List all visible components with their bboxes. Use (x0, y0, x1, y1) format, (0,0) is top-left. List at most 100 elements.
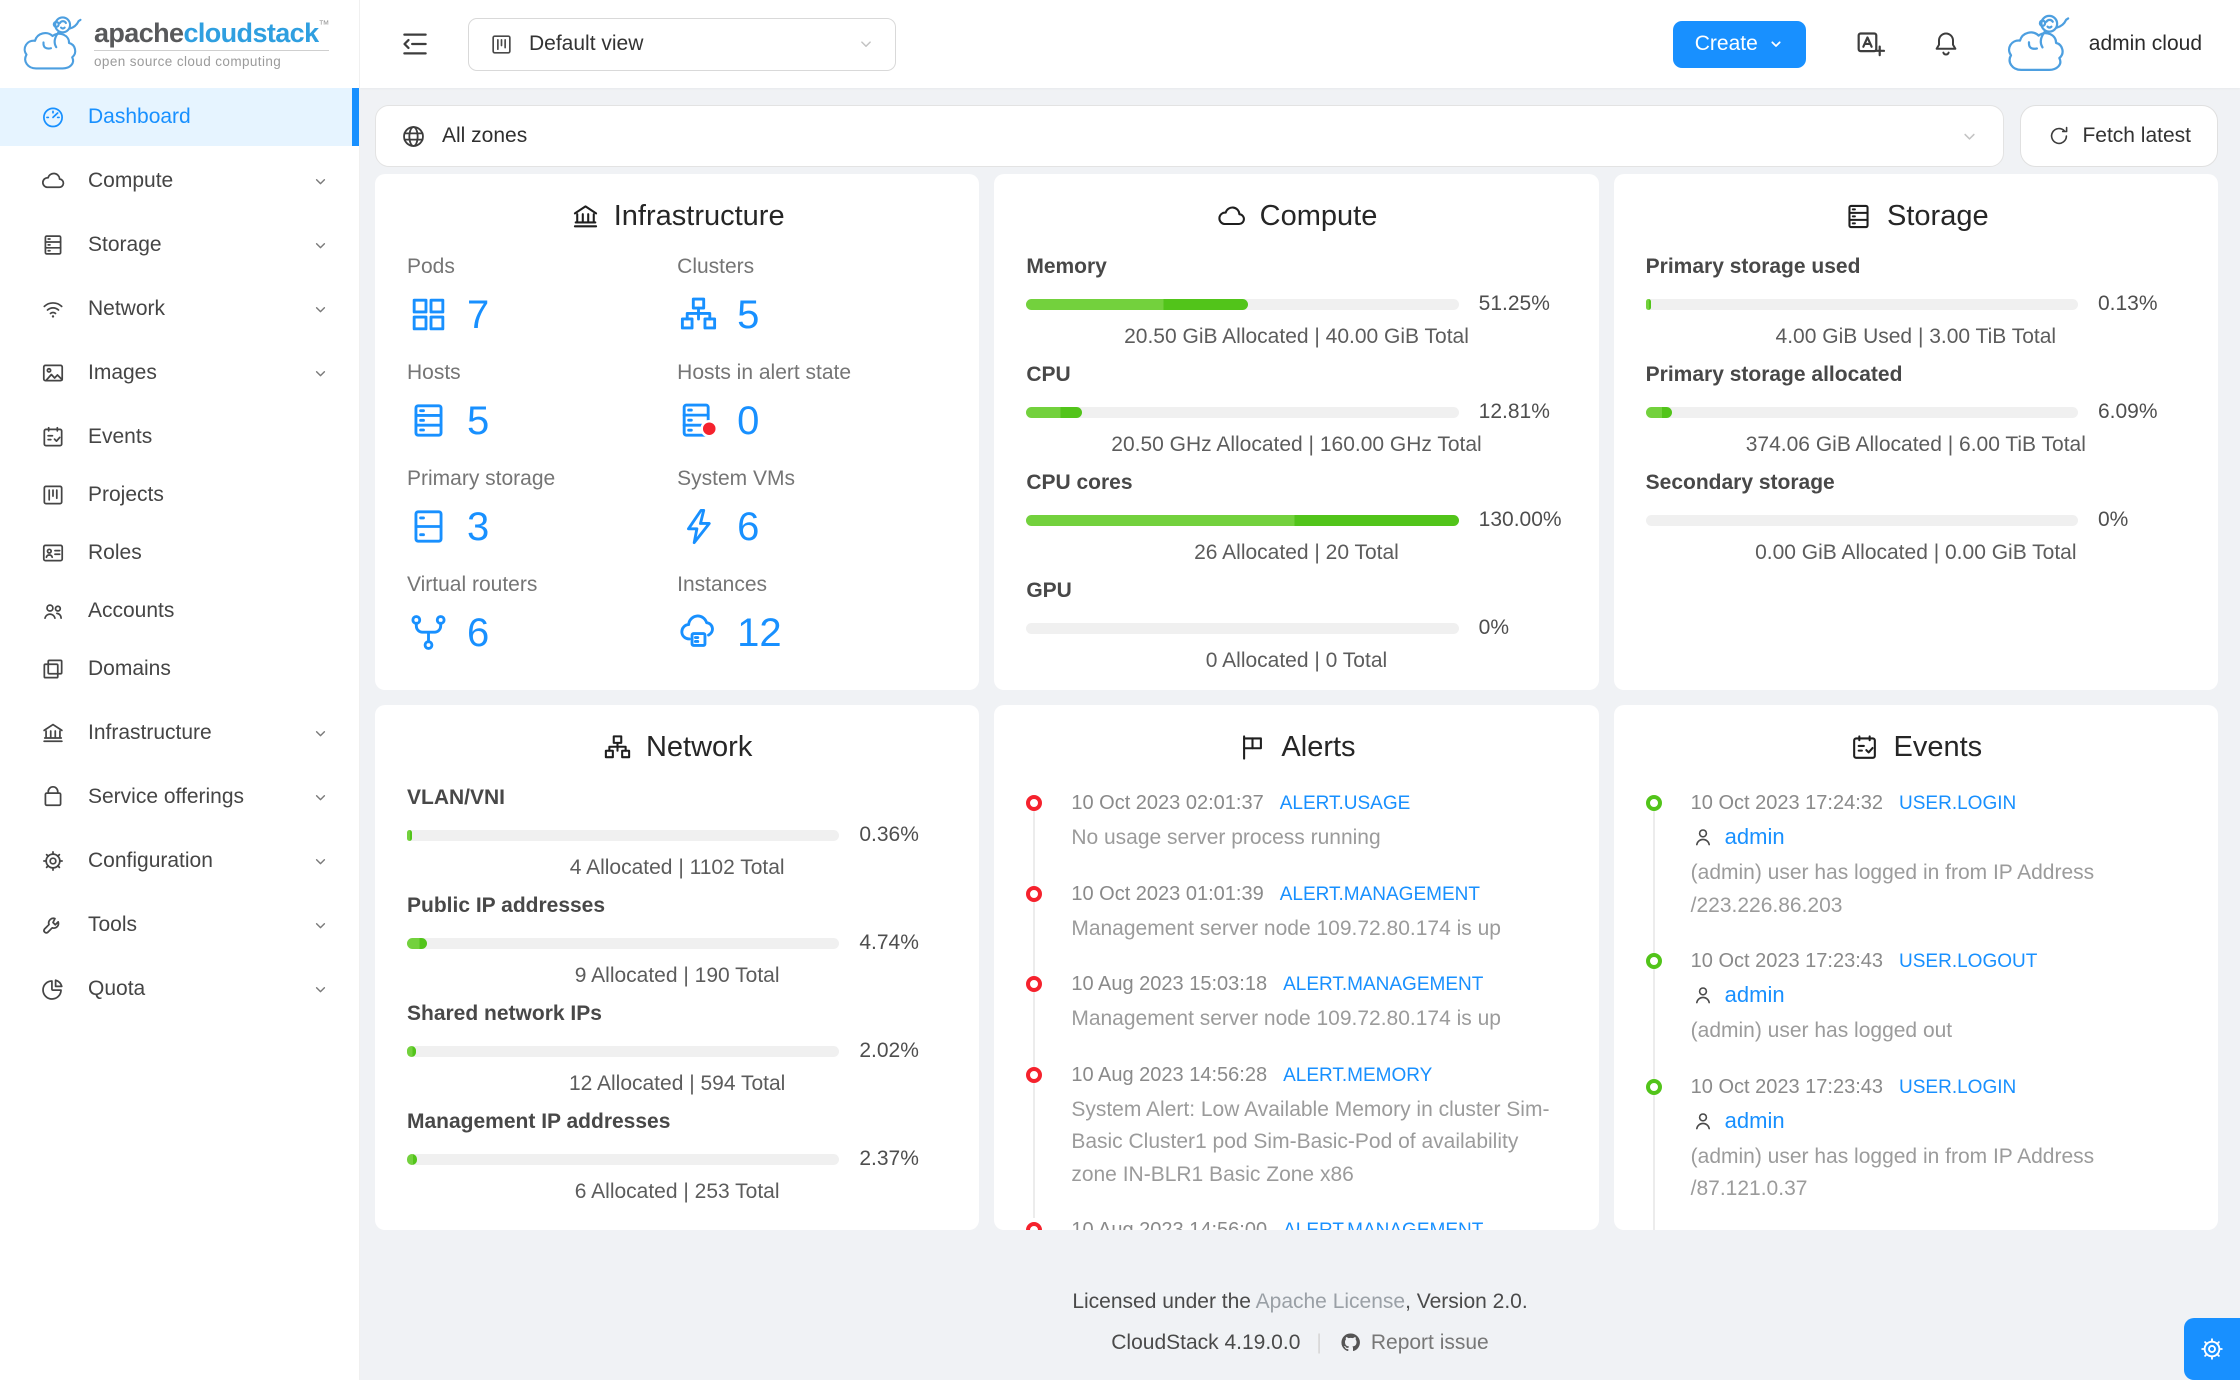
apache-license-link[interactable]: Apache License (1256, 1290, 1405, 1313)
alert-type-link[interactable]: ALERT.MANAGEMENT (1283, 974, 1483, 995)
translate-icon[interactable] (1854, 28, 1887, 61)
stat-instances: Instances 12 (677, 573, 947, 654)
card-title-infrastructure: Infrastructure (613, 200, 785, 232)
user-link[interactable]: admin (1725, 1108, 1785, 1134)
event-type-link[interactable]: USER.LOGOUT (1899, 951, 2037, 972)
alerts-card: Alerts 10 Oct 2023 02:01:37 ALERT.USAGE No… (994, 705, 1599, 1230)
shopping-icon (40, 784, 66, 810)
sidebar-item-images[interactable]: Images (0, 344, 359, 402)
stat-label: Hosts (407, 361, 461, 384)
metric-bar-row: 0.13% (1645, 292, 2186, 316)
timeline-head: 10 Oct 2023 17:24:32 USER.LOGIN (1691, 792, 2186, 815)
zone-select[interactable]: All zones (375, 105, 2005, 167)
metric-label: Memory (1026, 255, 1107, 278)
progress-fill (407, 1045, 416, 1057)
timeline-message: (admin) user has logged in from IP Addre… (1690, 1144, 2095, 1201)
card-title-storage: Storage (1887, 200, 1989, 232)
stat-value[interactable]: 7 (467, 295, 489, 335)
menu-fold-icon[interactable] (398, 27, 432, 61)
sidebar-item-accounts[interactable]: Accounts (0, 582, 359, 640)
user-link[interactable]: admin (1725, 982, 1785, 1008)
sidebar-item-storage[interactable]: Storage (0, 216, 359, 274)
stat-value[interactable]: 3 (467, 507, 489, 547)
stat-value[interactable]: 5 (737, 295, 759, 335)
sidebar-item-infrastructure[interactable]: Infrastructure (0, 704, 359, 762)
sidebar-item-dashboard[interactable]: Dashboard (0, 88, 359, 146)
sidebar-item-projects[interactable]: Projects (0, 466, 359, 524)
view-select-value: Default view (529, 32, 644, 55)
infrastructure-stats: Pods 7 Clusters 5 Hosts 5 Hosts in alert state… (407, 255, 947, 679)
app-logo[interactable]: apachecloudstack™ open source cloud comp… (0, 0, 359, 88)
progress-percent: 6.09% (2097, 400, 2158, 423)
timeline-dot (1026, 1222, 1043, 1230)
event-type-link[interactable]: USER.LOGIN (1899, 793, 2016, 814)
stat-value[interactable]: 6 (737, 507, 759, 547)
sidebar-item-label: Quota (88, 977, 146, 1000)
progress-fill (1645, 406, 1672, 418)
avatar[interactable] (1999, 8, 2077, 80)
metric-bar-row: 0.36% (407, 823, 947, 847)
event-type-link[interactable]: USER.LOGIN (1899, 1077, 2016, 1098)
event-item: 10 Oct 2023 17:23:43 USER.LOGIN admin (admi… (1645, 1076, 2186, 1206)
stat-label: Instances (677, 573, 768, 596)
progress-track (407, 829, 840, 841)
progress-percent: 4.74% (859, 931, 919, 954)
sidebar-item-compute[interactable]: Compute (0, 152, 359, 210)
timestamp: 10 Aug 2023 15:03:18 (1071, 973, 1268, 996)
stat-hosts-in-alert-state: Hosts in alert state 0 (677, 361, 947, 442)
metric-bar-row: 2.37% (407, 1147, 947, 1171)
fetch-latest-button[interactable]: Fetch latest (2020, 105, 2218, 167)
monkey-cloud-logo-icon (18, 10, 86, 78)
report-issue-link[interactable]: Report issue (1338, 1330, 1489, 1355)
sidebar-item-tools[interactable]: Tools (0, 896, 359, 954)
stat-label: Clusters (677, 255, 755, 278)
progress-fill (1026, 406, 1082, 418)
bank-icon (40, 720, 66, 746)
metric-bar-row: 2.02% (407, 1039, 947, 1063)
sidebar-item-label: Storage (88, 233, 162, 256)
timestamp: 10 Oct 2023 17:24:32 (1690, 792, 1884, 814)
view-select[interactable]: Default view (468, 17, 896, 71)
user-icon (1691, 983, 1715, 1007)
stat-label: Hosts in alert state (677, 361, 852, 384)
stat-value[interactable]: 12 (737, 613, 782, 653)
metric-label: VLAN/VNI (407, 786, 506, 809)
timeline-head: 10 Oct 2023 02:01:37 ALERT.USAGE (1071, 792, 1566, 815)
progress-track (407, 937, 840, 949)
stat-value[interactable]: 0 (737, 401, 759, 441)
project-settings-button[interactable] (2184, 1318, 2240, 1380)
metric-bar-row: 51.25% (1026, 292, 1566, 316)
timeline-head: 10 Oct 2023 17:23:43 USER.LOGIN (1691, 1076, 2186, 1099)
stat-primary-storage: Primary storage 3 (407, 467, 677, 548)
project-icon (489, 32, 514, 57)
sidebar-item-quota[interactable]: Quota (0, 960, 359, 1018)
metric-bar-row: 4.74% (407, 931, 947, 955)
sidebar-item-domains[interactable]: Domains (0, 640, 359, 698)
sidebar-item-events[interactable]: Events (0, 408, 359, 466)
user-name[interactable]: admin cloud (2089, 32, 2202, 56)
event-item: 10 Oct 2023 17:24:32 USER.LOGIN admin (admi… (1645, 792, 2186, 922)
sidebar-item-service-offerings[interactable]: Service offerings (0, 768, 359, 826)
sidebar-item-configuration[interactable]: Configuration (0, 832, 359, 890)
events-timeline: 10 Oct 2023 17:24:32 USER.LOGIN admin (admi… (1645, 786, 2186, 1230)
metric-caption: 0.00 GiB Allocated | 0.00 GiB Total (1755, 541, 2077, 564)
create-button[interactable]: Create (1672, 20, 1806, 68)
bell-icon[interactable] (1931, 29, 1961, 59)
sidebar-item-roles[interactable]: Roles (0, 524, 359, 582)
timeline-dot (1645, 795, 1662, 811)
wifi-icon (40, 296, 66, 322)
stat-value[interactable]: 5 (467, 401, 489, 441)
stat-label: Virtual routers (407, 573, 538, 596)
stat-value[interactable]: 6 (467, 613, 489, 653)
alert-type-link[interactable]: ALERT.MEMORY (1283, 1065, 1432, 1086)
thunderbolt-icon (677, 505, 720, 548)
alert-type-link[interactable]: ALERT.MANAGEMENT (1280, 884, 1480, 905)
progress-percent: 2.37% (859, 1147, 919, 1170)
team-icon (40, 598, 66, 624)
alert-type-link[interactable]: ALERT.USAGE (1280, 793, 1411, 814)
sidebar-item-network[interactable]: Network (0, 280, 359, 338)
alert-type-link[interactable]: ALERT.MANAGEMENT (1283, 1220, 1483, 1230)
stat-system-vms: System VMs 6 (677, 467, 947, 548)
brand-cloudstack: cloudstack (183, 17, 319, 48)
user-link[interactable]: admin (1725, 824, 1785, 850)
